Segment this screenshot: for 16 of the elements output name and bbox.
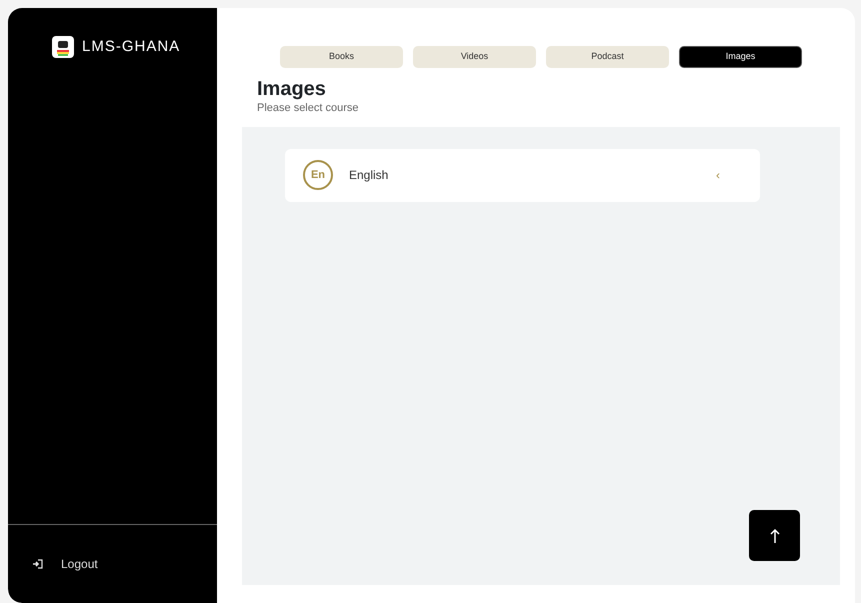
logout-button[interactable]: Logout bbox=[8, 525, 217, 603]
tab[interactable]: Podcast bbox=[546, 46, 669, 68]
arrow-up-icon bbox=[770, 528, 780, 544]
page-title: Images bbox=[257, 78, 327, 100]
page-subtitle: Please select course bbox=[257, 101, 360, 116]
tab[interactable]: Images bbox=[679, 46, 802, 68]
course-badge: En bbox=[303, 160, 333, 190]
logo-icon bbox=[52, 36, 74, 58]
course-item[interactable]: En English ‹ bbox=[285, 148, 760, 202]
brand-name: LMS-GHANA bbox=[82, 37, 180, 57]
scroll-top-button[interactable] bbox=[749, 510, 800, 561]
logout-icon bbox=[32, 559, 43, 569]
tab[interactable]: Books bbox=[280, 46, 403, 68]
course-name: English bbox=[349, 167, 390, 184]
chevron-icon: ‹ bbox=[716, 166, 720, 184]
tab[interactable]: Videos bbox=[413, 46, 536, 68]
